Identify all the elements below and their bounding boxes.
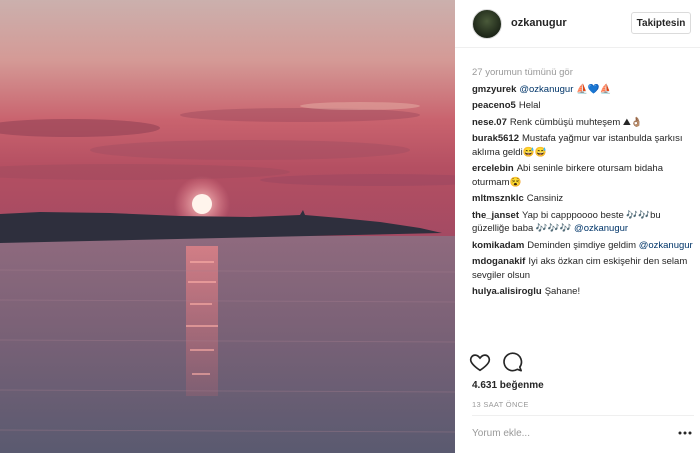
post-header: ozkanugur Takiptesin	[455, 0, 700, 48]
comment-item: burak5612 Mustafa yağmur var istanbulda ş…	[472, 132, 694, 159]
post-photo[interactable]	[0, 0, 455, 453]
avatar[interactable]	[472, 9, 502, 39]
comment-text: Deminden şimdiye geldim	[527, 239, 637, 251]
comment-username[interactable]: hulya.alisiroglu	[472, 286, 542, 297]
comment-username[interactable]: the_janset	[472, 210, 519, 221]
comment-item: gmzyurek @ozkanugur ⛵💙⛵	[472, 83, 694, 97]
comment-input[interactable]	[472, 428, 662, 439]
comment-username[interactable]: peaceno5	[472, 100, 516, 111]
post-username[interactable]: ozkanugur	[511, 17, 567, 29]
post-side-panel: ozkanugur Takiptesin 27 yorumun tümünü g…	[455, 0, 700, 453]
comment-list: 27 yorumun tümünü gör gmzyurek @ozkanugur…	[472, 66, 694, 302]
more-options-icon[interactable]	[678, 430, 692, 436]
comment-item: mdoganakif Iyi aks özkan cim eskişehir de…	[472, 255, 694, 282]
comment-item: hulya.alisiroglu Şahane!	[472, 285, 694, 299]
comment-mention[interactable]: @ozkanugur	[574, 223, 628, 234]
follow-button[interactable]: Takiptesin	[631, 12, 691, 34]
comment-username[interactable]: gmzyurek	[472, 84, 516, 95]
comment-item: mltmsznklc Cansiniz	[472, 192, 694, 206]
comment-bubble-icon[interactable]	[501, 351, 523, 373]
comment-username[interactable]: mltmsznklc	[472, 193, 524, 204]
comment-username[interactable]: komikadam	[472, 240, 524, 251]
comment-text: Renk cümbüşü muhteşem ⛰👌🏽	[509, 116, 643, 128]
heart-icon[interactable]	[469, 351, 491, 373]
comment-mention[interactable]: @ozkanugur	[639, 240, 693, 251]
comment-item: peaceno5 Helal	[472, 99, 694, 113]
comment-item: ercelebin Abi seninle birkere otursam bid…	[472, 162, 694, 189]
comment-username[interactable]: burak5612	[472, 133, 519, 144]
comment-text: Helal	[518, 100, 541, 111]
comment-username[interactable]: nese.07	[472, 117, 507, 128]
comment-text: @ozkanugur ⛵💙⛵	[519, 83, 612, 95]
comment-text: Şahane!	[544, 286, 581, 297]
sunset-photo	[0, 0, 455, 453]
comment-item: komikadam Deminden şimdiye geldim @ozkanu…	[472, 239, 694, 253]
comment-username[interactable]: ercelebin	[472, 163, 514, 174]
load-more-comments[interactable]: 27 yorumun tümünü gör	[472, 66, 694, 80]
like-count[interactable]: 4.631 beğenme	[472, 380, 544, 391]
comment-item: nese.07 Renk cümbüşü muhteşem ⛰👌🏽	[472, 116, 694, 130]
comment-username[interactable]: mdoganakif	[472, 256, 525, 267]
post-timestamp: 13 SAAT ÖNCE	[472, 400, 529, 409]
add-comment-bar	[472, 415, 694, 453]
comment-item: the_janset Yap bi capppoooo beste 🎶🎶bu gü…	[472, 209, 694, 236]
comment-text: Cansiniz	[526, 193, 564, 204]
